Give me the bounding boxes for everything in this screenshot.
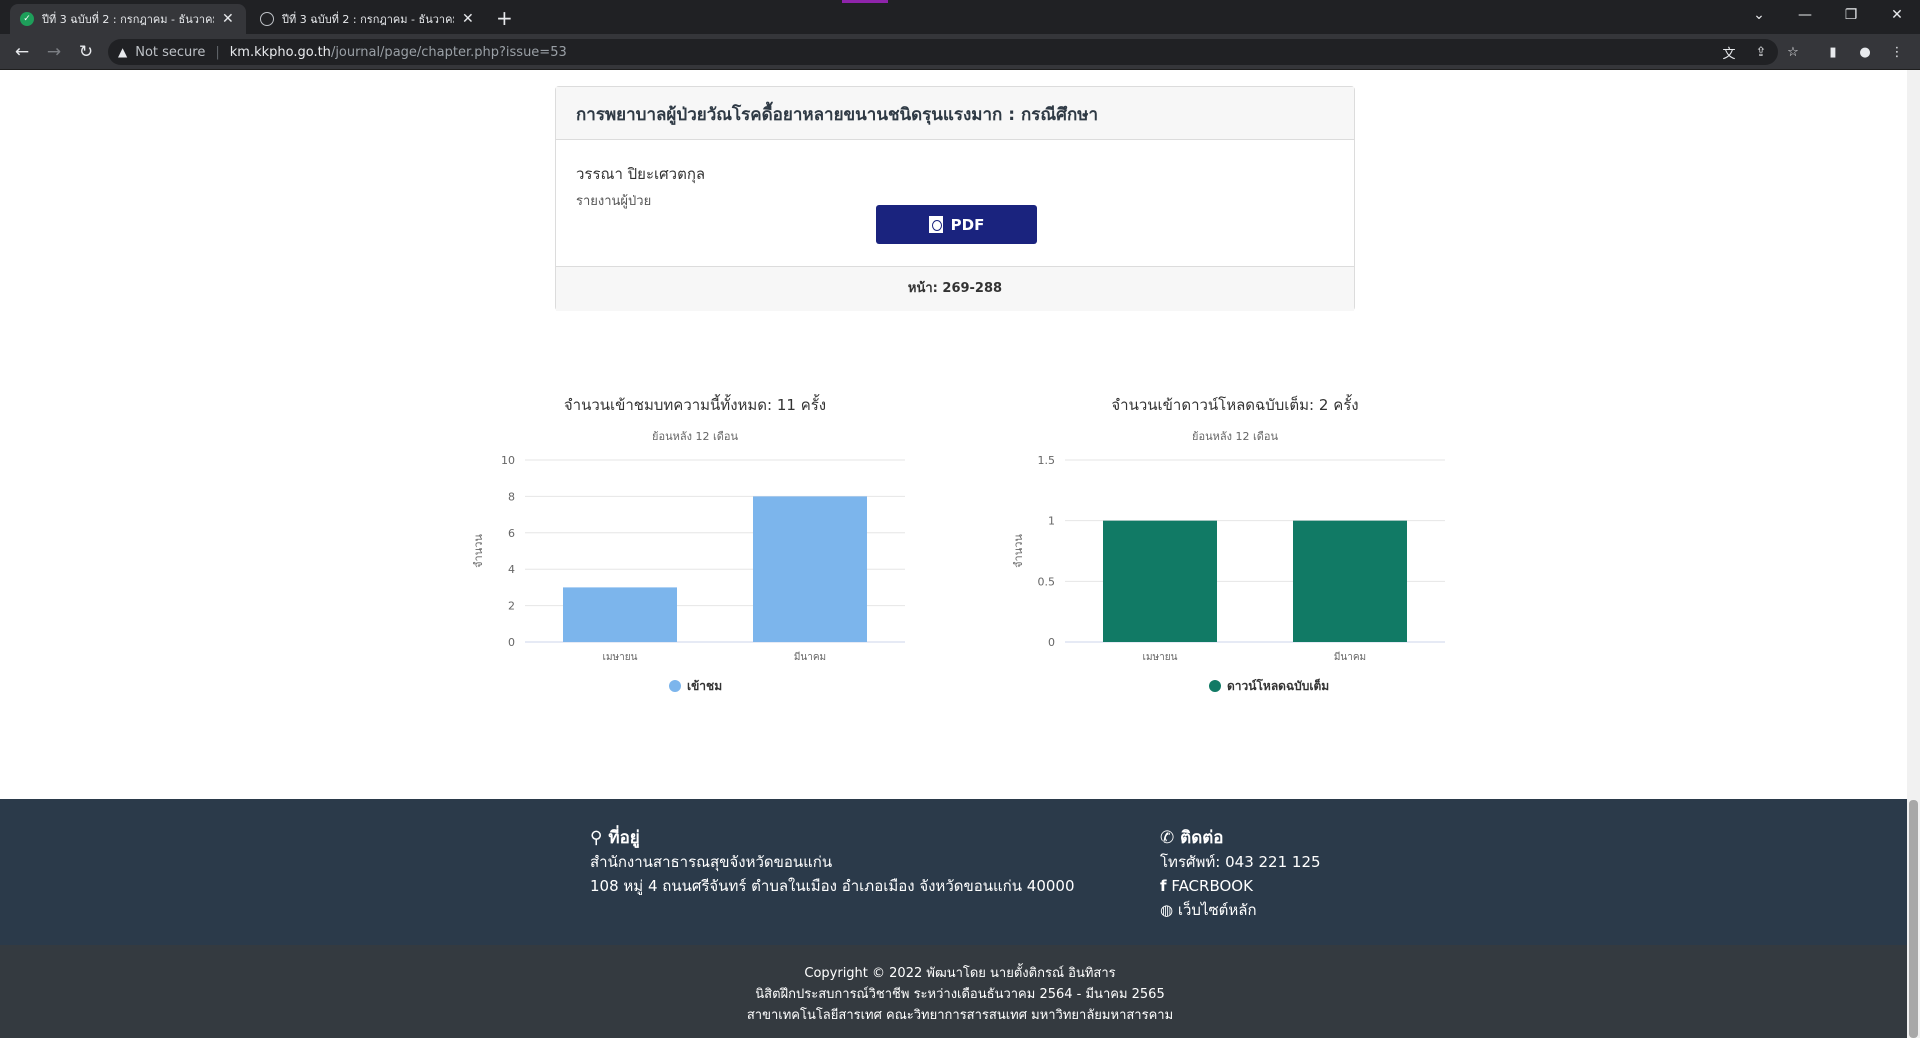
close-tab-icon[interactable]: ✕ <box>222 11 234 27</box>
warning-icon: ▲ <box>118 45 128 59</box>
globe-icon <box>260 12 274 26</box>
profile-accent-bar <box>842 0 888 3</box>
y-tick-label: 10 <box>501 454 515 467</box>
address-bar[interactable]: ▲ Not secure | km.kkpho.go.th /journal/p… <box>108 39 1778 65</box>
footer-address: ⚲ ที่อยู่ สำนักงานสาธารณสุขจังหวัดขอนแก่… <box>590 826 1075 898</box>
article-author[interactable]: วรรณา ปิยะเศวตกุล <box>576 162 1334 186</box>
footer-copyright: Copyright © 2022 พัฒนาโดย นายตั้งติกรณ์ … <box>0 945 1920 1038</box>
y-tick-label: 6 <box>508 527 515 540</box>
pdf-button-label: PDF <box>950 215 985 234</box>
restore-icon[interactable]: ❐ <box>1828 0 1874 30</box>
chart-svg: จำนวนเข้าดาวน์โหลดฉบับเต็ม: 2 ครั้งย้อนห… <box>1012 394 1445 693</box>
legend-marker <box>669 680 681 692</box>
forward-icon[interactable]: → <box>42 40 66 64</box>
site-favicon-icon: ✓ <box>20 12 34 26</box>
article-pages: หน้า: 269-288 <box>556 266 1354 311</box>
tab-title: ปีที่ 3 ฉบับที่ 2 : กรกฎาคม - ธันวาคม 25… <box>42 13 214 26</box>
y-tick-label: 1 <box>1048 515 1055 528</box>
new-tab-icon[interactable]: + <box>496 6 513 30</box>
credit-line-1: นิสิตฝึกประสบการณ์วิชาชีพ ระหว่างเดือนธั… <box>755 987 1165 1002</box>
side-panel-icon[interactable]: ▮ <box>1824 43 1842 61</box>
tab-search-icon[interactable]: ⌄ <box>1736 0 1782 30</box>
pdf-file-icon <box>928 216 943 233</box>
chart-title: จำนวนเข้าชมบทความนี้ทั้งหมด: 11 ครั้ง <box>564 394 826 414</box>
x-tick-label: เมษายน <box>1143 652 1178 663</box>
y-axis-label: จำนวน <box>472 534 485 568</box>
chart-subtitle: ย้อนหลัง 12 เดือน <box>652 430 738 443</box>
credit-line-2: สาขาเทคโนโลยีสารเทศ คณะวิทยาการสารสนเทศ … <box>746 1008 1174 1023</box>
x-tick-label: เมษายน <box>603 652 638 663</box>
article-title: การพยาบาลผู้ป่วยวัณโรคดื้อยาหลายขนานชนิด… <box>556 87 1354 140</box>
browser-tab-bar: ✓ ปีที่ 3 ฉบับที่ 2 : กรกฎาคม - ธันวาคม … <box>0 0 1920 34</box>
facebook-link[interactable]: f FACRBOOK <box>1160 874 1321 898</box>
url-separator: | <box>215 44 220 60</box>
translate-icon[interactable]: 文 <box>1720 43 1738 62</box>
facebook-icon: f <box>1160 877 1167 895</box>
bookmark-star-icon[interactable]: ☆ <box>1784 43 1802 61</box>
article-body: วรรณา ปิยะเศวตกุล รายงานผู้ป่วย PDF <box>556 140 1354 266</box>
y-tick-label: 2 <box>508 600 515 613</box>
footer-contact-section: ⚲ ที่อยู่ สำนักงานสาธารณสุขจังหวัดขอนแก่… <box>0 799 1920 945</box>
y-tick-label: 1.5 <box>1038 454 1056 467</box>
phone-icon: ✆ <box>1160 828 1175 848</box>
copyright-text: Copyright © 2022 พัฒนาโดย นายตั้งติกรณ์ … <box>804 966 1116 981</box>
share-icon[interactable]: ⇪ <box>1752 43 1770 61</box>
bar <box>1293 520 1407 642</box>
footer-contact: ✆ ติดต่อ โทรศัพท์: 043 221 125 f FACRBOO… <box>1160 826 1321 922</box>
x-tick-label: มีนาคม <box>794 651 826 663</box>
profile-icon[interactable]: ● <box>1856 43 1874 61</box>
views-chart: จำนวนเข้าชมบทความนี้ทั้งหมด: 11 ครั้งย้อ… <box>470 384 930 704</box>
y-tick-label: 4 <box>508 563 515 576</box>
browser-tab-2[interactable]: ปีที่ 3 ฉบับที่ 2 : กรกฎาคม - ธันวาคม 25… <box>250 4 486 34</box>
y-tick-label: 0.5 <box>1038 575 1056 588</box>
bar <box>1103 520 1217 642</box>
chart-title: จำนวนเข้าดาวน์โหลดฉบับเต็ม: 2 ครั้ง <box>1111 394 1358 414</box>
bar <box>563 587 677 642</box>
y-tick-label: 8 <box>508 490 515 503</box>
close-tab-icon[interactable]: ✕ <box>462 11 474 27</box>
address-line-2: 108 หมู่ 4 ถนนศรีจันทร์ ตำบลในเมือง อำเภ… <box>590 877 1075 895</box>
security-label: Not secure <box>135 44 206 60</box>
chart-svg: จำนวนเข้าชมบทความนี้ทั้งหมด: 11 ครั้งย้อ… <box>472 394 905 693</box>
minimize-icon[interactable]: — <box>1782 0 1828 30</box>
phone-number: โทรศัพท์: 043 221 125 <box>1160 853 1321 871</box>
bar <box>753 496 867 642</box>
browser-toolbar: ← → ↻ ▲ Not secure | km.kkpho.go.th /jou… <box>0 34 1920 70</box>
back-icon[interactable]: ← <box>10 40 34 64</box>
map-marker-icon: ⚲ <box>590 828 603 848</box>
y-tick-label: 0 <box>508 636 515 649</box>
y-tick-label: 0 <box>1048 636 1055 649</box>
website-link[interactable]: ◍ เว็บไซต์หลัก <box>1160 898 1321 922</box>
x-tick-label: มีนาคม <box>1334 651 1366 663</box>
close-window-icon[interactable]: ✕ <box>1874 0 1920 30</box>
globe-icon: ◍ <box>1160 901 1174 919</box>
url-path: /journal/page/chapter.php?issue=53 <box>330 44 567 60</box>
menu-icon[interactable]: ⋮ <box>1888 43 1906 61</box>
address-heading: ⚲ ที่อยู่ <box>590 828 640 848</box>
downloads-chart: จำนวนเข้าดาวน์โหลดฉบับเต็ม: 2 ครั้งย้อนห… <box>1010 384 1470 704</box>
reload-icon[interactable]: ↻ <box>74 40 98 64</box>
url-host: km.kkpho.go.th <box>229 44 331 60</box>
legend-marker <box>1209 680 1221 692</box>
contact-heading: ✆ ติดต่อ <box>1160 828 1224 848</box>
tab-title: ปีที่ 3 ฉบับที่ 2 : กรกฎาคม - ธันวาคม 25… <box>282 13 454 26</box>
legend-label: ดาวน์โหลดฉบับเต็ม <box>1227 678 1329 693</box>
legend-label: เข้าชม <box>687 679 722 693</box>
article-card: การพยาบาลผู้ป่วยวัณโรคดื้อยาหลายขนานชนิด… <box>555 86 1355 311</box>
pdf-download-button[interactable]: PDF <box>876 205 1037 244</box>
address-line-1: สำนักงานสาธารณสุขจังหวัดขอนแก่น <box>590 853 833 871</box>
browser-tab-1[interactable]: ✓ ปีที่ 3 ฉบับที่ 2 : กรกฎาคม - ธันวาคม … <box>10 4 246 34</box>
page-scrollbar-thumb[interactable] <box>1909 800 1918 1038</box>
y-axis-label: จำนวน <box>1012 534 1025 568</box>
chart-subtitle: ย้อนหลัง 12 เดือน <box>1192 430 1278 443</box>
